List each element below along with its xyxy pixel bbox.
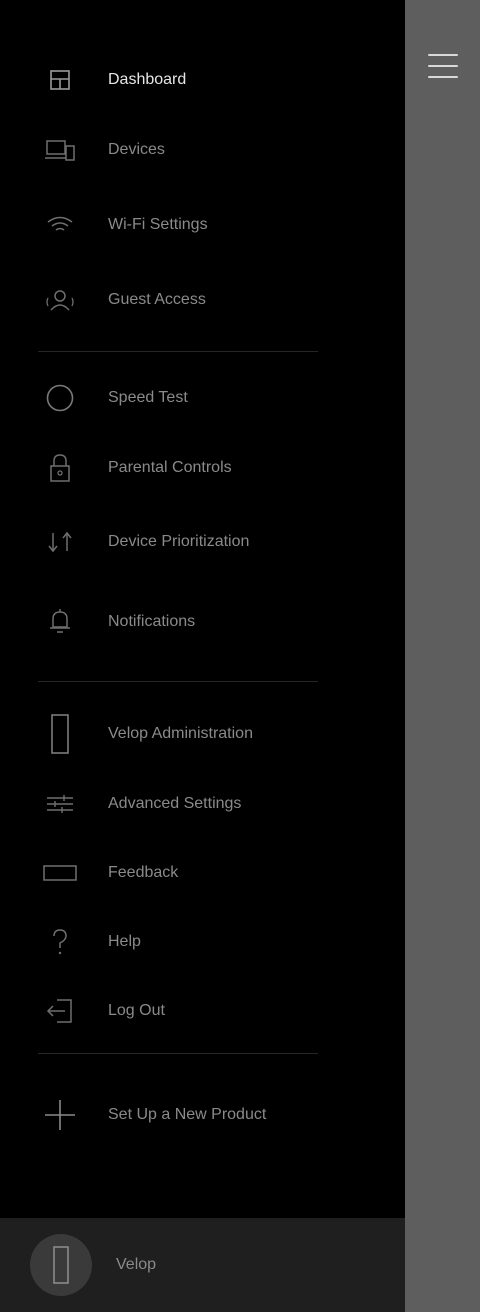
menu-label-help: Help — [108, 933, 141, 950]
hamburger-line — [428, 65, 458, 67]
menu-item-parental-controls[interactable]: Parental Controls — [0, 443, 405, 493]
menu-label-log-out: Log Out — [108, 1002, 165, 1019]
menu-item-wifi-settings[interactable]: Wi-Fi Settings — [0, 200, 405, 250]
dashboard-icon — [42, 62, 78, 98]
sliders-icon — [42, 786, 78, 822]
guest-icon — [42, 282, 78, 318]
app-root: Dashboard Devices Wi-Fi Settings Guest A… — [0, 0, 480, 1312]
menu-item-devices[interactable]: Devices — [0, 125, 405, 175]
network-selector-footer[interactable]: Velop — [0, 1218, 405, 1312]
menu-label-dashboard: Dashboard — [108, 71, 187, 88]
hamburger-line — [428, 76, 458, 78]
menu-label-guest-access: Guest Access — [108, 291, 206, 308]
lock-icon — [42, 450, 78, 486]
velop-node-icon — [52, 1246, 70, 1284]
menu-label-wifi-settings: Wi-Fi Settings — [108, 216, 208, 233]
menu-item-guest-access[interactable]: Guest Access — [0, 275, 405, 325]
bell-icon — [42, 604, 78, 640]
feedback-icon — [42, 855, 78, 891]
hamburger-menu-button[interactable] — [428, 50, 458, 82]
network-name: Velop — [116, 1256, 157, 1273]
plus-icon — [42, 1097, 78, 1133]
menu-item-device-prioritization[interactable]: Device Prioritization — [0, 517, 405, 567]
menu-label-advanced-settings: Advanced Settings — [108, 795, 242, 812]
menu-item-set-up-new-product[interactable]: Set Up a New Product — [0, 1090, 405, 1140]
menu-divider — [38, 351, 318, 352]
menu-item-velop-administration[interactable]: Velop Administration — [0, 709, 405, 759]
devices-icon — [42, 132, 78, 168]
menu-item-dashboard[interactable]: Dashboard — [0, 55, 405, 105]
menu-item-notifications[interactable]: Notifications — [0, 597, 405, 647]
menu-label-velop-administration: Velop Administration — [108, 725, 253, 742]
menu-label-notifications: Notifications — [108, 613, 196, 630]
question-icon — [42, 924, 78, 960]
menu-label-device-prioritization: Device Prioritization — [108, 533, 250, 550]
menu-item-feedback[interactable]: Feedback — [0, 848, 405, 898]
menu-item-help[interactable]: Help — [0, 917, 405, 967]
menu-item-advanced-settings[interactable]: Advanced Settings — [0, 779, 405, 829]
speed-test-icon — [42, 380, 78, 416]
menu-label-devices: Devices — [108, 141, 165, 158]
menu-item-speed-test[interactable]: Speed Test — [0, 373, 405, 423]
velop-node-icon — [42, 714, 78, 754]
menu-label-set-up-new-product: Set Up a New Product — [108, 1106, 267, 1123]
menu-label-speed-test: Speed Test — [108, 389, 188, 406]
menu-item-log-out[interactable]: Log Out — [0, 986, 405, 1036]
main-content-peek[interactable] — [405, 0, 480, 1312]
navigation-drawer: Dashboard Devices Wi-Fi Settings Guest A… — [0, 0, 405, 1312]
logout-icon — [42, 993, 78, 1029]
prioritization-arrows-icon — [42, 524, 78, 560]
menu-label-parental-controls: Parental Controls — [108, 459, 232, 476]
menu-divider — [38, 681, 318, 682]
menu-label-feedback: Feedback — [108, 864, 179, 881]
avatar — [30, 1234, 92, 1296]
menu-divider — [38, 1053, 318, 1054]
hamburger-line — [428, 54, 458, 56]
wifi-icon — [42, 207, 78, 243]
